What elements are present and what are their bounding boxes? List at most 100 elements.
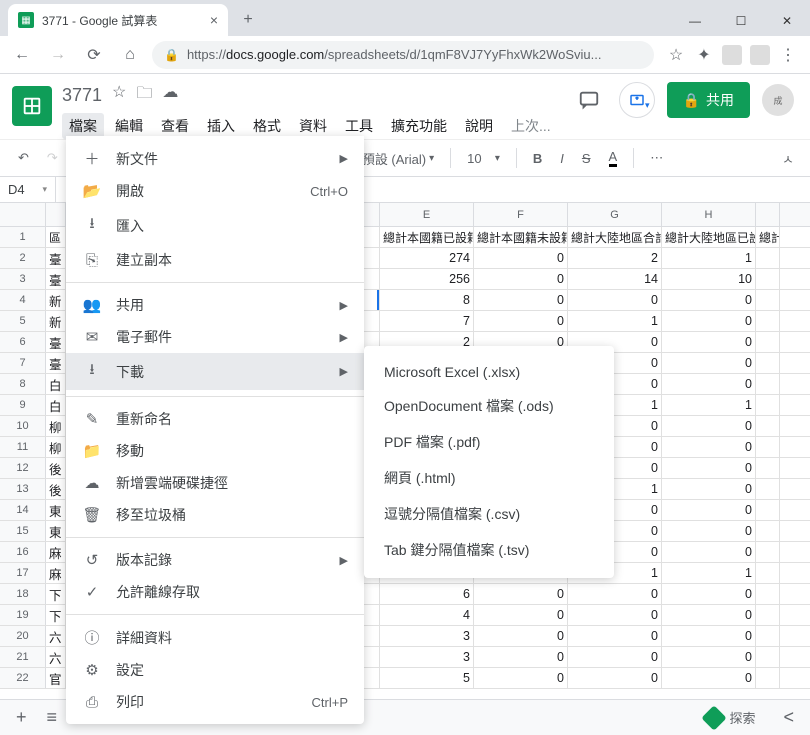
bold-button[interactable]: B bbox=[527, 147, 548, 170]
extension-1-icon[interactable] bbox=[722, 45, 742, 65]
cell[interactable]: 10 bbox=[662, 269, 756, 289]
row-header[interactable]: 6 bbox=[0, 332, 46, 352]
cell[interactable]: 區 bbox=[46, 227, 66, 247]
row-header[interactable]: 1 bbox=[0, 227, 46, 247]
all-sheets-button[interactable]: ≡ bbox=[43, 703, 62, 732]
cell[interactable]: 0 bbox=[662, 353, 756, 373]
add-sheet-button[interactable]: + bbox=[12, 703, 31, 732]
chrome-menu-icon[interactable]: ⋮ bbox=[778, 45, 798, 65]
row-header[interactable]: 21 bbox=[0, 647, 46, 667]
close-tab-icon[interactable]: × bbox=[210, 12, 218, 28]
cell[interactable]: 白 bbox=[46, 395, 66, 415]
cell[interactable]: 8 bbox=[380, 290, 474, 310]
download-format-item[interactable]: 網頁 (.html) bbox=[364, 460, 614, 496]
cell[interactable]: 0 bbox=[662, 311, 756, 331]
cell[interactable] bbox=[756, 668, 780, 688]
file-menu-item[interactable]: 🗑移至垃圾桶 bbox=[66, 499, 364, 531]
row-header[interactable]: 7 bbox=[0, 353, 46, 373]
cell[interactable]: 0 bbox=[662, 416, 756, 436]
extensions-icon[interactable]: ✦ bbox=[694, 45, 714, 65]
maximize-button[interactable]: ☐ bbox=[718, 6, 764, 36]
cell[interactable]: 1 bbox=[568, 311, 662, 331]
comments-button[interactable] bbox=[571, 82, 607, 118]
text-color-button[interactable]: A bbox=[603, 145, 624, 171]
download-format-item[interactable]: Microsoft Excel (.xlsx) bbox=[364, 356, 614, 388]
row-header[interactable]: 20 bbox=[0, 626, 46, 646]
cell[interactable]: 2 bbox=[568, 248, 662, 268]
cell[interactable]: 0 bbox=[662, 542, 756, 562]
cell[interactable]: 0 bbox=[474, 584, 568, 604]
row-header[interactable]: 9 bbox=[0, 395, 46, 415]
file-menu-item[interactable]: ✉電子郵件▶ bbox=[66, 321, 364, 353]
row-header[interactable]: 2 bbox=[0, 248, 46, 268]
cell[interactable] bbox=[756, 269, 780, 289]
close-window-button[interactable]: ✕ bbox=[764, 6, 810, 36]
cell[interactable] bbox=[756, 332, 780, 352]
cell[interactable]: 0 bbox=[474, 290, 568, 310]
cell[interactable]: 0 bbox=[662, 521, 756, 541]
file-menu-item[interactable]: 📂開啟Ctrl+O bbox=[66, 175, 364, 207]
column-header[interactable]: F bbox=[474, 203, 568, 226]
redo-button[interactable]: ↷ bbox=[41, 146, 64, 170]
cell[interactable]: 0 bbox=[568, 290, 662, 310]
file-menu-item[interactable]: ✎重新命名 bbox=[66, 403, 364, 435]
undo-button[interactable]: ↶ bbox=[12, 146, 35, 170]
cell[interactable] bbox=[756, 521, 780, 541]
cell[interactable]: 0 bbox=[662, 500, 756, 520]
cell[interactable]: 總計本國籍已設籍 bbox=[380, 227, 474, 247]
cell[interactable]: 0 bbox=[662, 626, 756, 646]
cell[interactable]: 14 bbox=[568, 269, 662, 289]
row-header[interactable]: 13 bbox=[0, 479, 46, 499]
row-header[interactable]: 22 bbox=[0, 668, 46, 688]
cell[interactable]: 6 bbox=[380, 584, 474, 604]
cell[interactable]: 7 bbox=[380, 311, 474, 331]
collapse-toolbar-button[interactable]: ㅅ bbox=[778, 145, 798, 172]
cell[interactable] bbox=[756, 290, 780, 310]
column-header[interactable]: H bbox=[662, 203, 756, 226]
cell[interactable]: 0 bbox=[474, 668, 568, 688]
row-header[interactable]: 19 bbox=[0, 605, 46, 625]
cell[interactable]: 0 bbox=[568, 668, 662, 688]
cell[interactable]: 總計 bbox=[756, 227, 780, 247]
extension-2-icon[interactable] bbox=[750, 45, 770, 65]
cell[interactable] bbox=[756, 395, 780, 415]
file-menu-item[interactable]: ⭳下載▶ bbox=[66, 353, 364, 390]
cell[interactable] bbox=[756, 311, 780, 331]
move-document-icon[interactable]: 🗀 bbox=[136, 82, 152, 109]
cell[interactable] bbox=[756, 563, 780, 583]
cell[interactable]: 0 bbox=[662, 458, 756, 478]
font-size-selector[interactable]: 10 ▾ bbox=[461, 147, 506, 170]
download-format-item[interactable]: 逗號分隔值檔案 (.csv) bbox=[364, 496, 614, 532]
cell[interactable]: 0 bbox=[474, 626, 568, 646]
row-header[interactable]: 17 bbox=[0, 563, 46, 583]
row-header[interactable]: 11 bbox=[0, 437, 46, 457]
cell[interactable] bbox=[756, 500, 780, 520]
url-input[interactable]: 🔒 https://docs.google.com/spreadsheets/d… bbox=[152, 41, 654, 69]
file-menu-item[interactable]: ☁新增雲端硬碟捷徑 bbox=[66, 467, 364, 499]
file-menu-item[interactable]: 📁移動 bbox=[66, 435, 364, 467]
cell[interactable] bbox=[756, 542, 780, 562]
cell[interactable]: 柳 bbox=[46, 437, 66, 457]
cell[interactable] bbox=[756, 626, 780, 646]
cell[interactable]: 5 bbox=[380, 668, 474, 688]
row-header[interactable]: 15 bbox=[0, 521, 46, 541]
cell[interactable]: 1 bbox=[662, 395, 756, 415]
share-button[interactable]: 🔒 共用 bbox=[667, 82, 750, 118]
cell[interactable]: 總計本國籍未設籍 bbox=[474, 227, 568, 247]
menu-上次...[interactable]: 上次... bbox=[504, 113, 558, 139]
strikethrough-button[interactable]: S bbox=[576, 147, 597, 170]
cell[interactable] bbox=[756, 374, 780, 394]
side-panel-toggle[interactable]: < bbox=[779, 703, 798, 732]
cell[interactable]: 0 bbox=[474, 248, 568, 268]
row-header[interactable]: 16 bbox=[0, 542, 46, 562]
file-menu-item[interactable]: ＋新文件▶ bbox=[66, 142, 364, 175]
menu-說明[interactable]: 說明 bbox=[458, 113, 500, 139]
row-header[interactable]: 12 bbox=[0, 458, 46, 478]
cell[interactable]: 新 bbox=[46, 290, 66, 310]
row-header[interactable]: 18 bbox=[0, 584, 46, 604]
cell[interactable]: 東 bbox=[46, 521, 66, 541]
cell[interactable] bbox=[756, 584, 780, 604]
cell[interactable]: 1 bbox=[662, 248, 756, 268]
account-avatar[interactable]: 成 bbox=[762, 84, 794, 116]
cell[interactable]: 後 bbox=[46, 458, 66, 478]
